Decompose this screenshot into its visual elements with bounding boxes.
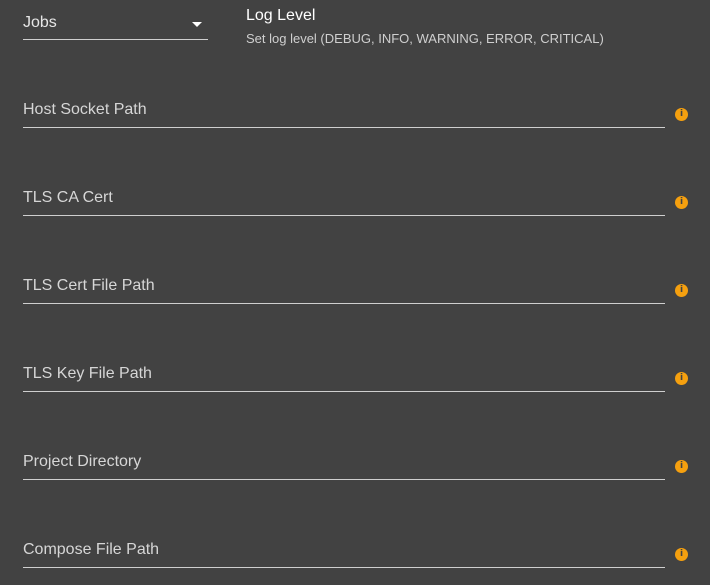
tls-ca-cert-field[interactable]: TLS CA Cert — [23, 186, 665, 216]
info-icon[interactable]: i — [675, 108, 688, 121]
tls-key-file-path-label: TLS Key File Path — [23, 365, 152, 382]
settings-form: Jobs Log Level Set log level (DEBUG, INF… — [0, 0, 710, 585]
log-level-select-value: Jobs — [23, 14, 57, 31]
info-icon[interactable]: i — [675, 372, 688, 385]
tls-ca-cert-label: TLS CA Cert — [23, 189, 113, 206]
tls-cert-file-path-label: TLS Cert File Path — [23, 277, 155, 294]
info-icon[interactable]: i — [675, 460, 688, 473]
project-directory-field[interactable]: Project Directory — [23, 450, 665, 480]
info-icon[interactable]: i — [675, 196, 688, 209]
host-socket-path-label: Host Socket Path — [23, 101, 147, 118]
info-icon[interactable]: i — [675, 284, 688, 297]
compose-file-path-field[interactable]: Compose File Path — [23, 538, 665, 568]
tls-cert-file-path-field[interactable]: TLS Cert File Path — [23, 274, 665, 304]
project-directory-label: Project Directory — [23, 453, 142, 470]
log-level-select[interactable]: Jobs — [23, 12, 208, 40]
info-icon[interactable]: i — [675, 548, 688, 561]
log-level-heading: Log Level — [246, 7, 316, 24]
log-level-description: Set log level (DEBUG, INFO, WARNING, ERR… — [246, 31, 604, 46]
host-socket-path-field[interactable]: Host Socket Path — [23, 98, 665, 128]
tls-key-file-path-field[interactable]: TLS Key File Path — [23, 362, 665, 392]
compose-file-path-label: Compose File Path — [23, 541, 160, 558]
chevron-down-icon[interactable] — [192, 22, 202, 27]
